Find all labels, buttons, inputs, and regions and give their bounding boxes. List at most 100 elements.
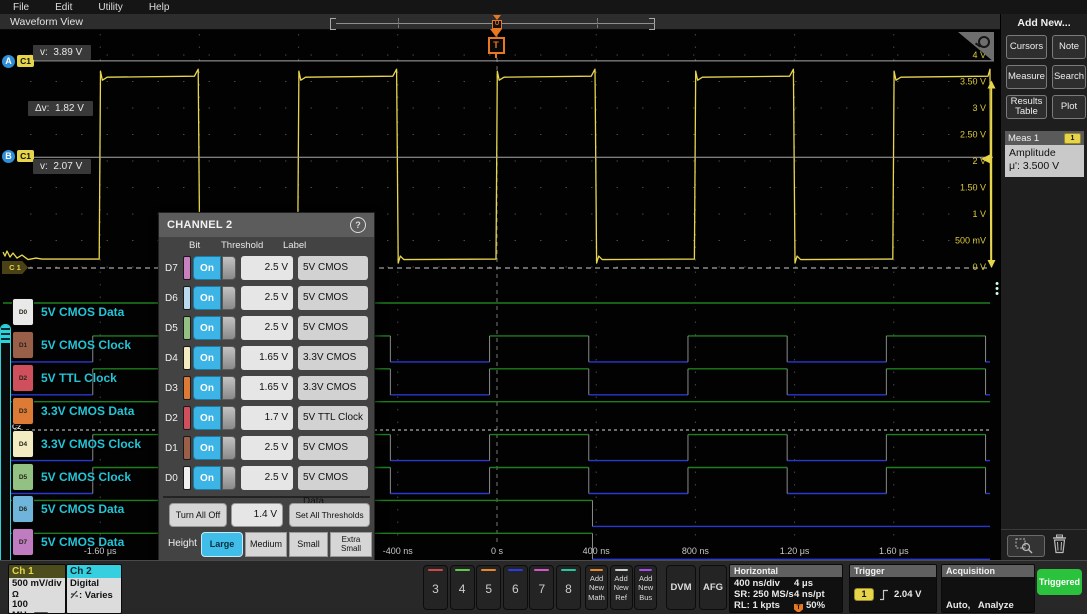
bit-on-button[interactable]: On bbox=[193, 406, 221, 430]
bit-toggle-knob[interactable] bbox=[222, 376, 236, 400]
bit-label-field[interactable]: 5V CMOS Clock bbox=[298, 316, 368, 340]
digital-channel-row-d7[interactable]: D75V CMOS Data bbox=[12, 528, 124, 556]
add-new-results-table-button[interactable]: Results Table bbox=[1006, 95, 1047, 119]
height-option-small[interactable]: Small bbox=[289, 532, 328, 557]
bit-label-field[interactable]: 5V TTL Clock bbox=[298, 406, 368, 430]
bit-threshold-field[interactable]: 1.65 V bbox=[241, 346, 293, 370]
tab-waveform-view[interactable]: Waveform View bbox=[10, 16, 83, 28]
voltage-tick-label: 1.50 V bbox=[960, 183, 986, 193]
turn-all-off-button[interactable]: Turn All Off bbox=[169, 503, 227, 527]
bit-threshold-field[interactable]: 2.5 V bbox=[241, 316, 293, 340]
bit-on-button[interactable]: On bbox=[193, 376, 221, 400]
channel1-badge[interactable]: Ch 1 500 mV/div Ω 100 MHzBW bbox=[8, 564, 66, 614]
add-new-measure-button[interactable]: Measure bbox=[1006, 65, 1047, 89]
bit-toggle-knob[interactable] bbox=[222, 286, 236, 310]
digital-channel-row-d3[interactable]: D33.3V CMOS Data bbox=[12, 397, 134, 425]
channel2-badge[interactable]: Ch 2 Digital : Varies bbox=[66, 564, 122, 614]
bit-label-field[interactable]: 3.3V CMOS Data bbox=[298, 376, 368, 400]
digital-channel-label: 3.3V CMOS Clock bbox=[41, 437, 141, 451]
bit-on-button[interactable]: On bbox=[193, 466, 221, 490]
bit-toggle-knob[interactable] bbox=[222, 256, 236, 280]
add-new-bus-button[interactable]: Add New Bus bbox=[634, 565, 657, 610]
height-option-medium[interactable]: Medium bbox=[245, 532, 287, 557]
bit-threshold-field[interactable]: 2.5 V bbox=[241, 466, 293, 490]
bit-threshold-field[interactable]: 2.5 V bbox=[241, 286, 293, 310]
bit-label-field[interactable]: 5V CMOS Data bbox=[298, 256, 368, 280]
channel-3-button[interactable]: 3 bbox=[423, 565, 448, 610]
bit-threshold-field[interactable]: 2.5 V bbox=[241, 436, 293, 460]
cursor-a-source-tag: C1 bbox=[17, 55, 34, 67]
menu-item-utility[interactable]: Utility bbox=[98, 2, 122, 13]
corner-zoom-button[interactable] bbox=[958, 32, 994, 62]
set-all-thresholds-button[interactable]: Set All Thresholds bbox=[289, 503, 370, 527]
bit-label-field[interactable]: 3.3V CMOS Clock bbox=[298, 346, 368, 370]
trigger-level: 2.04 V bbox=[894, 589, 921, 600]
digital-channel-row-d2[interactable]: D25V TTL Clock bbox=[12, 364, 117, 392]
help-icon[interactable]: ? bbox=[350, 217, 366, 233]
minimap-bracket-left[interactable] bbox=[330, 18, 336, 30]
bit-threshold-field[interactable]: 1.7 V bbox=[241, 406, 293, 430]
menu-item-file[interactable]: File bbox=[13, 2, 29, 13]
digital-channel-row-d4[interactable]: D43.3V CMOS Clock bbox=[12, 430, 141, 458]
add-new-math-button[interactable]: Add New Math bbox=[585, 565, 608, 610]
channel-5-button[interactable]: 5 bbox=[476, 565, 501, 610]
bit-toggle-knob[interactable] bbox=[222, 406, 236, 430]
cursor-b-badge[interactable]: B bbox=[2, 150, 15, 163]
trigger-title: Trigger bbox=[850, 565, 936, 577]
trash-icon[interactable] bbox=[1051, 534, 1069, 554]
minimap-bracket-right[interactable] bbox=[649, 18, 655, 30]
channel-4-button[interactable]: 4 bbox=[450, 565, 475, 610]
add-new-cursors-button[interactable]: Cursors bbox=[1006, 35, 1047, 59]
bit-label-field[interactable]: 5V CMOS Data bbox=[298, 466, 368, 490]
bit-toggle-knob[interactable] bbox=[222, 316, 236, 340]
bit-on-button[interactable]: On bbox=[193, 436, 221, 460]
channel-7-button[interactable]: 7 bbox=[529, 565, 554, 610]
channel-6-button[interactable]: 6 bbox=[503, 565, 528, 610]
all-threshold-field[interactable]: 1.4 V bbox=[231, 503, 283, 527]
afg-button[interactable]: AFG bbox=[699, 565, 727, 610]
bit-threshold-field[interactable]: 2.5 V bbox=[241, 256, 293, 280]
channel-button-label: 4 bbox=[451, 582, 474, 596]
add-new-note-button[interactable]: Note bbox=[1052, 35, 1086, 59]
cursor-a-badge[interactable]: A bbox=[2, 55, 15, 68]
rising-edge-icon bbox=[879, 589, 889, 601]
bit-on-button[interactable]: On bbox=[193, 346, 221, 370]
measurement-badge[interactable]: Meas 1 1 Amplitude μ': 3.500 V bbox=[1005, 131, 1084, 177]
channel-8-button[interactable]: 8 bbox=[556, 565, 581, 610]
add-new-plot-button[interactable]: Plot bbox=[1052, 95, 1086, 119]
bit-threshold-field[interactable]: 1.65 V bbox=[241, 376, 293, 400]
bit-on-button[interactable]: On bbox=[193, 316, 221, 340]
bit-label-field[interactable]: 5V CMOS Data bbox=[298, 286, 368, 310]
bit-label-field[interactable]: 5V CMOS Clock bbox=[298, 436, 368, 460]
height-option-extra-small[interactable]: Extra Small bbox=[330, 532, 372, 557]
minimap-trigger-marker-icon[interactable]: U bbox=[491, 15, 504, 29]
channel2-mode: Digital bbox=[70, 579, 118, 590]
zoom-select-icon bbox=[1008, 536, 1042, 554]
horizontal-badge[interactable]: Horizontal 400 ns/div4 μsSR: 250 MS/s4 n… bbox=[729, 564, 843, 613]
digital-channel-chip-d3: D3 bbox=[12, 397, 34, 425]
trigger-badge[interactable]: Trigger 1 2.04 V bbox=[849, 564, 937, 613]
waveform-plot-area[interactable]: 4 V3.50 V3 V2.50 V2 V1.50 V1 V500 mV0 V-… bbox=[0, 30, 1000, 560]
add-new-search-button[interactable]: Search bbox=[1052, 65, 1086, 89]
zoom-select-button[interactable] bbox=[1007, 535, 1045, 557]
menu-item-help[interactable]: Help bbox=[149, 2, 170, 13]
digital-channel-row-d5[interactable]: D55V CMOS Clock bbox=[12, 463, 131, 491]
channel-color-stripe bbox=[428, 569, 443, 572]
dialog-header[interactable]: CHANNEL 2 ? bbox=[159, 213, 374, 237]
digital-group-handle[interactable] bbox=[0, 324, 11, 590]
trigger-position-flag[interactable]: T bbox=[486, 29, 506, 58]
bit-on-button[interactable]: On bbox=[193, 286, 221, 310]
digital-channel-row-d1[interactable]: D15V CMOS Clock bbox=[12, 331, 131, 359]
dvm-button[interactable]: DVM bbox=[666, 565, 696, 610]
acquisition-badge[interactable]: Acquisition Auto, Analyze High Res: 15 b… bbox=[941, 564, 1035, 613]
height-option-large[interactable]: Large bbox=[201, 532, 243, 557]
menu-item-edit[interactable]: Edit bbox=[55, 2, 72, 13]
bit-toggle-knob[interactable] bbox=[222, 436, 236, 460]
bit-toggle-knob[interactable] bbox=[222, 466, 236, 490]
drag-handle-icon[interactable] bbox=[1, 325, 10, 343]
digital-channel-row-d6[interactable]: D65V CMOS Data bbox=[12, 495, 124, 523]
add-new-ref-button[interactable]: Add New Ref bbox=[610, 565, 633, 610]
digital-channel-row-d0[interactable]: D05V CMOS Data bbox=[12, 298, 124, 326]
bit-toggle-knob[interactable] bbox=[222, 346, 236, 370]
bit-on-button[interactable]: On bbox=[193, 256, 221, 280]
